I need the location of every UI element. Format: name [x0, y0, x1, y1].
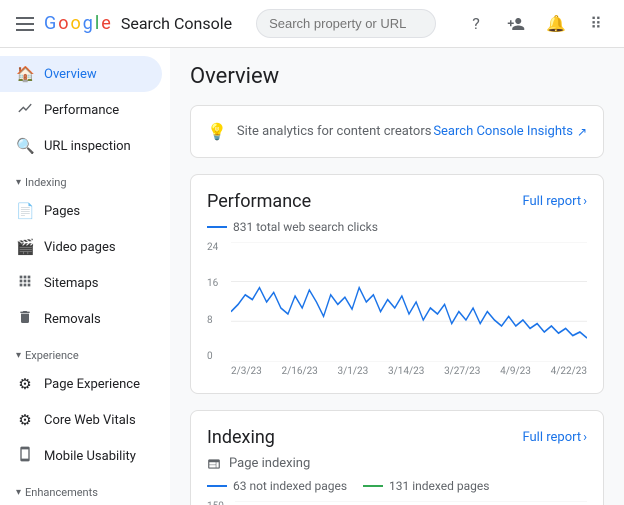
sitemaps-icon: [16, 273, 34, 293]
main-content: Overview 💡 Site analytics for content cr…: [170, 48, 624, 505]
legend-not-indexed: 63 not indexed pages: [207, 479, 347, 493]
performance-icon: [16, 100, 34, 120]
clicks-label: 831 total web search clicks: [207, 220, 587, 234]
sidebar-item-pages[interactable]: 📄 Pages: [0, 193, 162, 229]
page-indexing-label-row: Page indexing: [207, 456, 587, 471]
lightbulb-icon: 💡: [207, 122, 227, 141]
search-input[interactable]: [256, 9, 436, 38]
legend-indexed: 131 indexed pages: [363, 479, 489, 493]
performance-title: Performance: [207, 191, 311, 212]
sidebar-label-sitemaps: Sitemaps: [44, 276, 99, 291]
sidebar-item-performance[interactable]: Performance: [0, 92, 162, 128]
sidebar-item-mobile-usability[interactable]: Mobile Usability: [0, 438, 162, 474]
insight-banner: 💡 Site analytics for content creators Se…: [207, 122, 587, 141]
sidebar-label-core-web-vitals: Core Web Vitals: [44, 413, 136, 428]
perf-chart-area: .perf-line{fill:none;stroke:#1a73e8;stro…: [231, 242, 587, 362]
app-title: Search Console: [121, 14, 232, 33]
performance-full-report-link[interactable]: Full report ›: [522, 194, 587, 209]
apps-icon[interactable]: ⠿: [580, 8, 612, 40]
search-bar: [256, 9, 436, 38]
indexing-card-header: Indexing Full report ›: [207, 427, 587, 448]
sidebar-item-removals[interactable]: Removals: [0, 301, 162, 337]
sidebar-label-page-experience: Page Experience: [44, 377, 140, 392]
sidebar: 🏠 Overview Performance 🔍 URL inspection …: [0, 48, 170, 505]
user-add-icon[interactable]: [500, 8, 532, 40]
page-title: Overview: [190, 64, 604, 89]
core-web-vitals-icon: ⚙: [16, 411, 34, 429]
not-indexed-line-icon: [207, 485, 227, 487]
indexing-chart-area: [235, 501, 587, 505]
sidebar-item-sitemaps[interactable]: Sitemaps: [0, 265, 162, 301]
experience-section-header: ▾ Experience: [0, 337, 170, 366]
indexing-legend: 63 not indexed pages 131 indexed pages: [207, 479, 587, 493]
indexed-line-icon: [363, 485, 383, 487]
performance-card: Performance Full report › 831 total web …: [190, 174, 604, 394]
pages-icon: 📄: [16, 202, 34, 220]
sidebar-label-mobile-usability: Mobile Usability: [44, 449, 136, 464]
indexing-full-report-link[interactable]: Full report ›: [522, 430, 587, 445]
clicks-line-indicator: [207, 226, 227, 228]
sidebar-item-video-pages[interactable]: 🎬 Video pages: [0, 229, 162, 265]
sidebar-label-removals: Removals: [44, 312, 101, 327]
menu-button[interactable]: [12, 13, 38, 35]
indexing-chart: 150 100: [207, 501, 587, 505]
page-indexing-label: Page indexing: [229, 456, 310, 471]
sidebar-label-performance: Performance: [44, 103, 119, 118]
insight-text: Site analytics for content creators: [237, 124, 432, 139]
main-layout: 🏠 Overview Performance 🔍 URL inspection …: [0, 48, 624, 505]
home-icon: 🏠: [16, 65, 34, 83]
performance-chart: 24 16 8 0 .perf-line{fill:none;stroke:#1…: [207, 242, 587, 362]
indexing-section-header: ▾ Indexing: [0, 164, 170, 193]
performance-card-header: Performance Full report ›: [207, 191, 587, 212]
sidebar-item-core-web-vitals[interactable]: ⚙ Core Web Vitals: [0, 402, 162, 438]
sidebar-item-page-experience[interactable]: ⚙ Page Experience: [0, 366, 162, 402]
mobile-icon: [16, 446, 34, 466]
notifications-icon[interactable]: 🔔: [540, 8, 572, 40]
insight-left: 💡 Site analytics for content creators: [207, 122, 431, 141]
enhancements-section-header: ▾ Enhancements: [0, 474, 170, 503]
sidebar-label-video-pages: Video pages: [44, 240, 116, 255]
insight-card: 💡 Site analytics for content creators Se…: [190, 105, 604, 158]
google-logo: Google: [44, 13, 111, 34]
indexing-card: Indexing Full report › Page indexing 63 …: [190, 410, 604, 505]
sidebar-label-pages: Pages: [44, 204, 80, 219]
video-icon: 🎬: [16, 238, 34, 256]
perf-x-labels: 2/3/23 2/16/23 3/1/23 3/14/23 3/27/23 4/…: [231, 366, 587, 377]
removals-icon: [16, 309, 34, 329]
indexing-y-labels: 150 100: [207, 501, 235, 505]
help-icon[interactable]: ?: [460, 8, 492, 40]
sidebar-label-url-inspection: URL inspection: [44, 139, 131, 154]
perf-y-labels: 24 16 8 0: [207, 242, 231, 362]
indexing-title: Indexing: [207, 427, 275, 448]
sidebar-item-url-inspection[interactable]: 🔍 URL inspection: [0, 128, 162, 164]
sidebar-label-overview: Overview: [44, 67, 97, 82]
sidebar-item-overview[interactable]: 🏠 Overview: [0, 56, 162, 92]
search-console-insights-link[interactable]: Search Console Insights ↗: [433, 124, 587, 139]
top-bar-actions: ? 🔔 ⠿: [460, 8, 612, 40]
logo-area: Google Search Console: [12, 13, 232, 35]
top-bar: Google Search Console ? 🔔 ⠿: [0, 0, 624, 48]
page-experience-icon: ⚙: [16, 375, 34, 393]
search-icon: 🔍: [16, 137, 34, 155]
